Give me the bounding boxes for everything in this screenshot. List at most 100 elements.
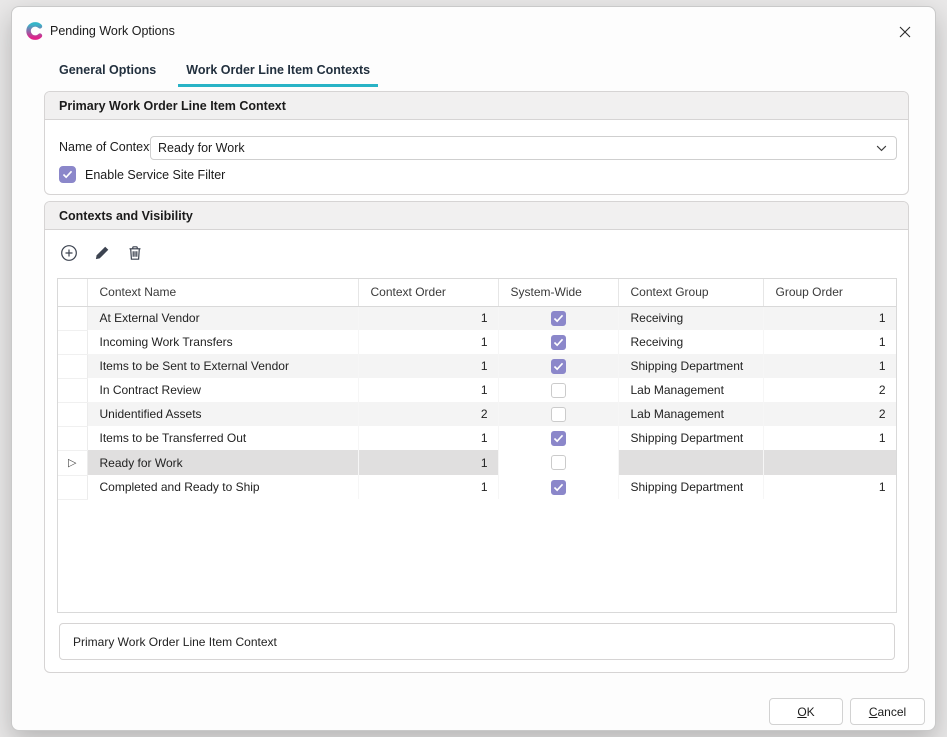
table-row[interactable]: ▷ Ready for Work1 (58, 450, 896, 475)
context-group-cell[interactable]: Shipping Department (618, 475, 763, 499)
context-order-cell[interactable]: 1 (358, 450, 498, 475)
column-header-context-name[interactable]: Context Name (87, 279, 358, 306)
context-order-cell[interactable]: 1 (358, 306, 498, 330)
contexts-visibility-group: Contexts and Visibility (44, 201, 909, 673)
context-name-cell[interactable]: Items to be Sent to External Vendor (87, 354, 358, 378)
group-order-cell[interactable]: 1 (763, 354, 896, 378)
table-row[interactable]: In Contract Review1 Lab Management2 (58, 378, 896, 402)
context-name-cell[interactable]: Ready for Work (87, 450, 358, 475)
system-wide-cell[interactable] (498, 475, 618, 499)
system-wide-checkbox[interactable] (551, 311, 566, 326)
row-selector-cell[interactable]: ▷ (58, 450, 87, 475)
system-wide-cell[interactable] (498, 378, 618, 402)
context-order-cell[interactable]: 1 (358, 354, 498, 378)
name-of-context-value: Ready for Work (158, 141, 245, 155)
context-group-cell[interactable]: Shipping Department (618, 354, 763, 378)
app-logo-icon (26, 22, 44, 40)
row-selector-cell[interactable] (58, 378, 87, 402)
tab-general-options[interactable]: General Options (51, 57, 164, 87)
system-wide-checkbox[interactable] (551, 383, 566, 398)
system-wide-checkbox[interactable] (551, 455, 566, 470)
row-selector-cell[interactable] (58, 306, 87, 330)
row-selector-cell[interactable] (58, 354, 87, 378)
context-group-cell[interactable]: Lab Management (618, 402, 763, 426)
selected-context-status: Primary Work Order Line Item Context (59, 623, 895, 660)
primary-context-group-title: Primary Work Order Line Item Context (45, 92, 908, 120)
checkbox-icon (59, 166, 76, 183)
row-selector-cell[interactable] (58, 475, 87, 499)
group-order-cell[interactable]: 1 (763, 426, 896, 450)
context-order-cell[interactable]: 1 (358, 330, 498, 354)
enable-service-site-filter-label: Enable Service Site Filter (85, 168, 225, 182)
group-order-cell[interactable]: 1 (763, 330, 896, 354)
table-row[interactable]: Completed and Ready to Ship1Shipping Dep… (58, 475, 896, 499)
context-name-cell[interactable]: Items to be Transferred Out (87, 426, 358, 450)
system-wide-cell[interactable] (498, 330, 618, 354)
system-wide-cell[interactable] (498, 306, 618, 330)
group-order-cell[interactable] (763, 450, 896, 475)
context-group-cell[interactable] (618, 450, 763, 475)
window-title: Pending Work Options (50, 24, 175, 38)
trash-icon (127, 245, 143, 264)
system-wide-cell[interactable] (498, 402, 618, 426)
group-order-cell[interactable]: 1 (763, 306, 896, 330)
plus-circle-icon (60, 244, 78, 265)
context-name-cell[interactable]: At External Vendor (87, 306, 358, 330)
context-order-cell[interactable]: 1 (358, 378, 498, 402)
cancel-button[interactable]: Cancel (850, 698, 925, 725)
row-selector-header (58, 279, 87, 306)
column-header-context-group[interactable]: Context Group (618, 279, 763, 306)
system-wide-checkbox[interactable] (551, 359, 566, 374)
context-group-cell[interactable]: Lab Management (618, 378, 763, 402)
system-wide-checkbox[interactable] (551, 431, 566, 446)
context-order-cell[interactable]: 2 (358, 402, 498, 426)
context-group-cell[interactable]: Receiving (618, 330, 763, 354)
row-selector-cell[interactable] (58, 426, 87, 450)
context-group-cell[interactable]: Receiving (618, 306, 763, 330)
table-row[interactable]: Items to be Sent to External Vendor1Ship… (58, 354, 896, 378)
context-order-cell[interactable]: 1 (358, 426, 498, 450)
group-order-cell[interactable]: 2 (763, 402, 896, 426)
context-name-cell[interactable]: Incoming Work Transfers (87, 330, 358, 354)
selected-context-status-text: Primary Work Order Line Item Context (73, 635, 277, 649)
close-icon[interactable] (893, 20, 917, 44)
row-selector-cell[interactable] (58, 402, 87, 426)
system-wide-checkbox[interactable] (551, 407, 566, 422)
column-header-context-order[interactable]: Context Order (358, 279, 498, 306)
ok-button[interactable]: OK (769, 698, 843, 725)
add-context-button[interactable] (59, 244, 79, 264)
table-row[interactable]: Incoming Work Transfers1Receiving1 (58, 330, 896, 354)
row-selector-cell[interactable] (58, 330, 87, 354)
context-order-cell[interactable]: 1 (358, 475, 498, 499)
tab-bar: General Options Work Order Line Item Con… (51, 57, 378, 87)
enable-service-site-filter-checkbox[interactable]: Enable Service Site Filter (59, 166, 225, 183)
table-row[interactable]: Items to be Transferred Out1Shipping Dep… (58, 426, 896, 450)
pencil-icon (94, 245, 110, 264)
system-wide-checkbox[interactable] (551, 480, 566, 495)
column-header-group-order[interactable]: Group Order (763, 279, 896, 306)
name-of-context-dropdown[interactable]: Ready for Work (150, 136, 897, 160)
column-header-system-wide[interactable]: System-Wide (498, 279, 618, 306)
tab-work-order-line-item-contexts[interactable]: Work Order Line Item Contexts (178, 57, 378, 87)
table-header-row: Context Name Context Order System-Wide C… (58, 279, 896, 306)
group-order-cell[interactable]: 1 (763, 475, 896, 499)
delete-context-button[interactable] (125, 244, 145, 264)
system-wide-checkbox[interactable] (551, 335, 566, 350)
contexts-visibility-group-title: Contexts and Visibility (45, 202, 908, 230)
context-name-cell[interactable]: In Contract Review (87, 378, 358, 402)
contexts-table[interactable]: Context Name Context Order System-Wide C… (57, 278, 897, 613)
chevron-down-icon (876, 141, 887, 155)
primary-context-group: Primary Work Order Line Item Context Nam… (44, 91, 909, 195)
system-wide-cell[interactable] (498, 426, 618, 450)
context-group-cell[interactable]: Shipping Department (618, 426, 763, 450)
system-wide-cell[interactable] (498, 450, 618, 475)
context-name-cell[interactable]: Completed and Ready to Ship (87, 475, 358, 499)
name-of-context-label: Name of Context (59, 140, 153, 154)
group-order-cell[interactable]: 2 (763, 378, 896, 402)
context-name-cell[interactable]: Unidentified Assets (87, 402, 358, 426)
table-row[interactable]: At External Vendor1Receiving1 (58, 306, 896, 330)
system-wide-cell[interactable] (498, 354, 618, 378)
edit-context-button[interactable] (92, 244, 112, 264)
current-row-arrow-icon: ▷ (68, 457, 76, 469)
table-row[interactable]: Unidentified Assets2Lab Management2 (58, 402, 896, 426)
